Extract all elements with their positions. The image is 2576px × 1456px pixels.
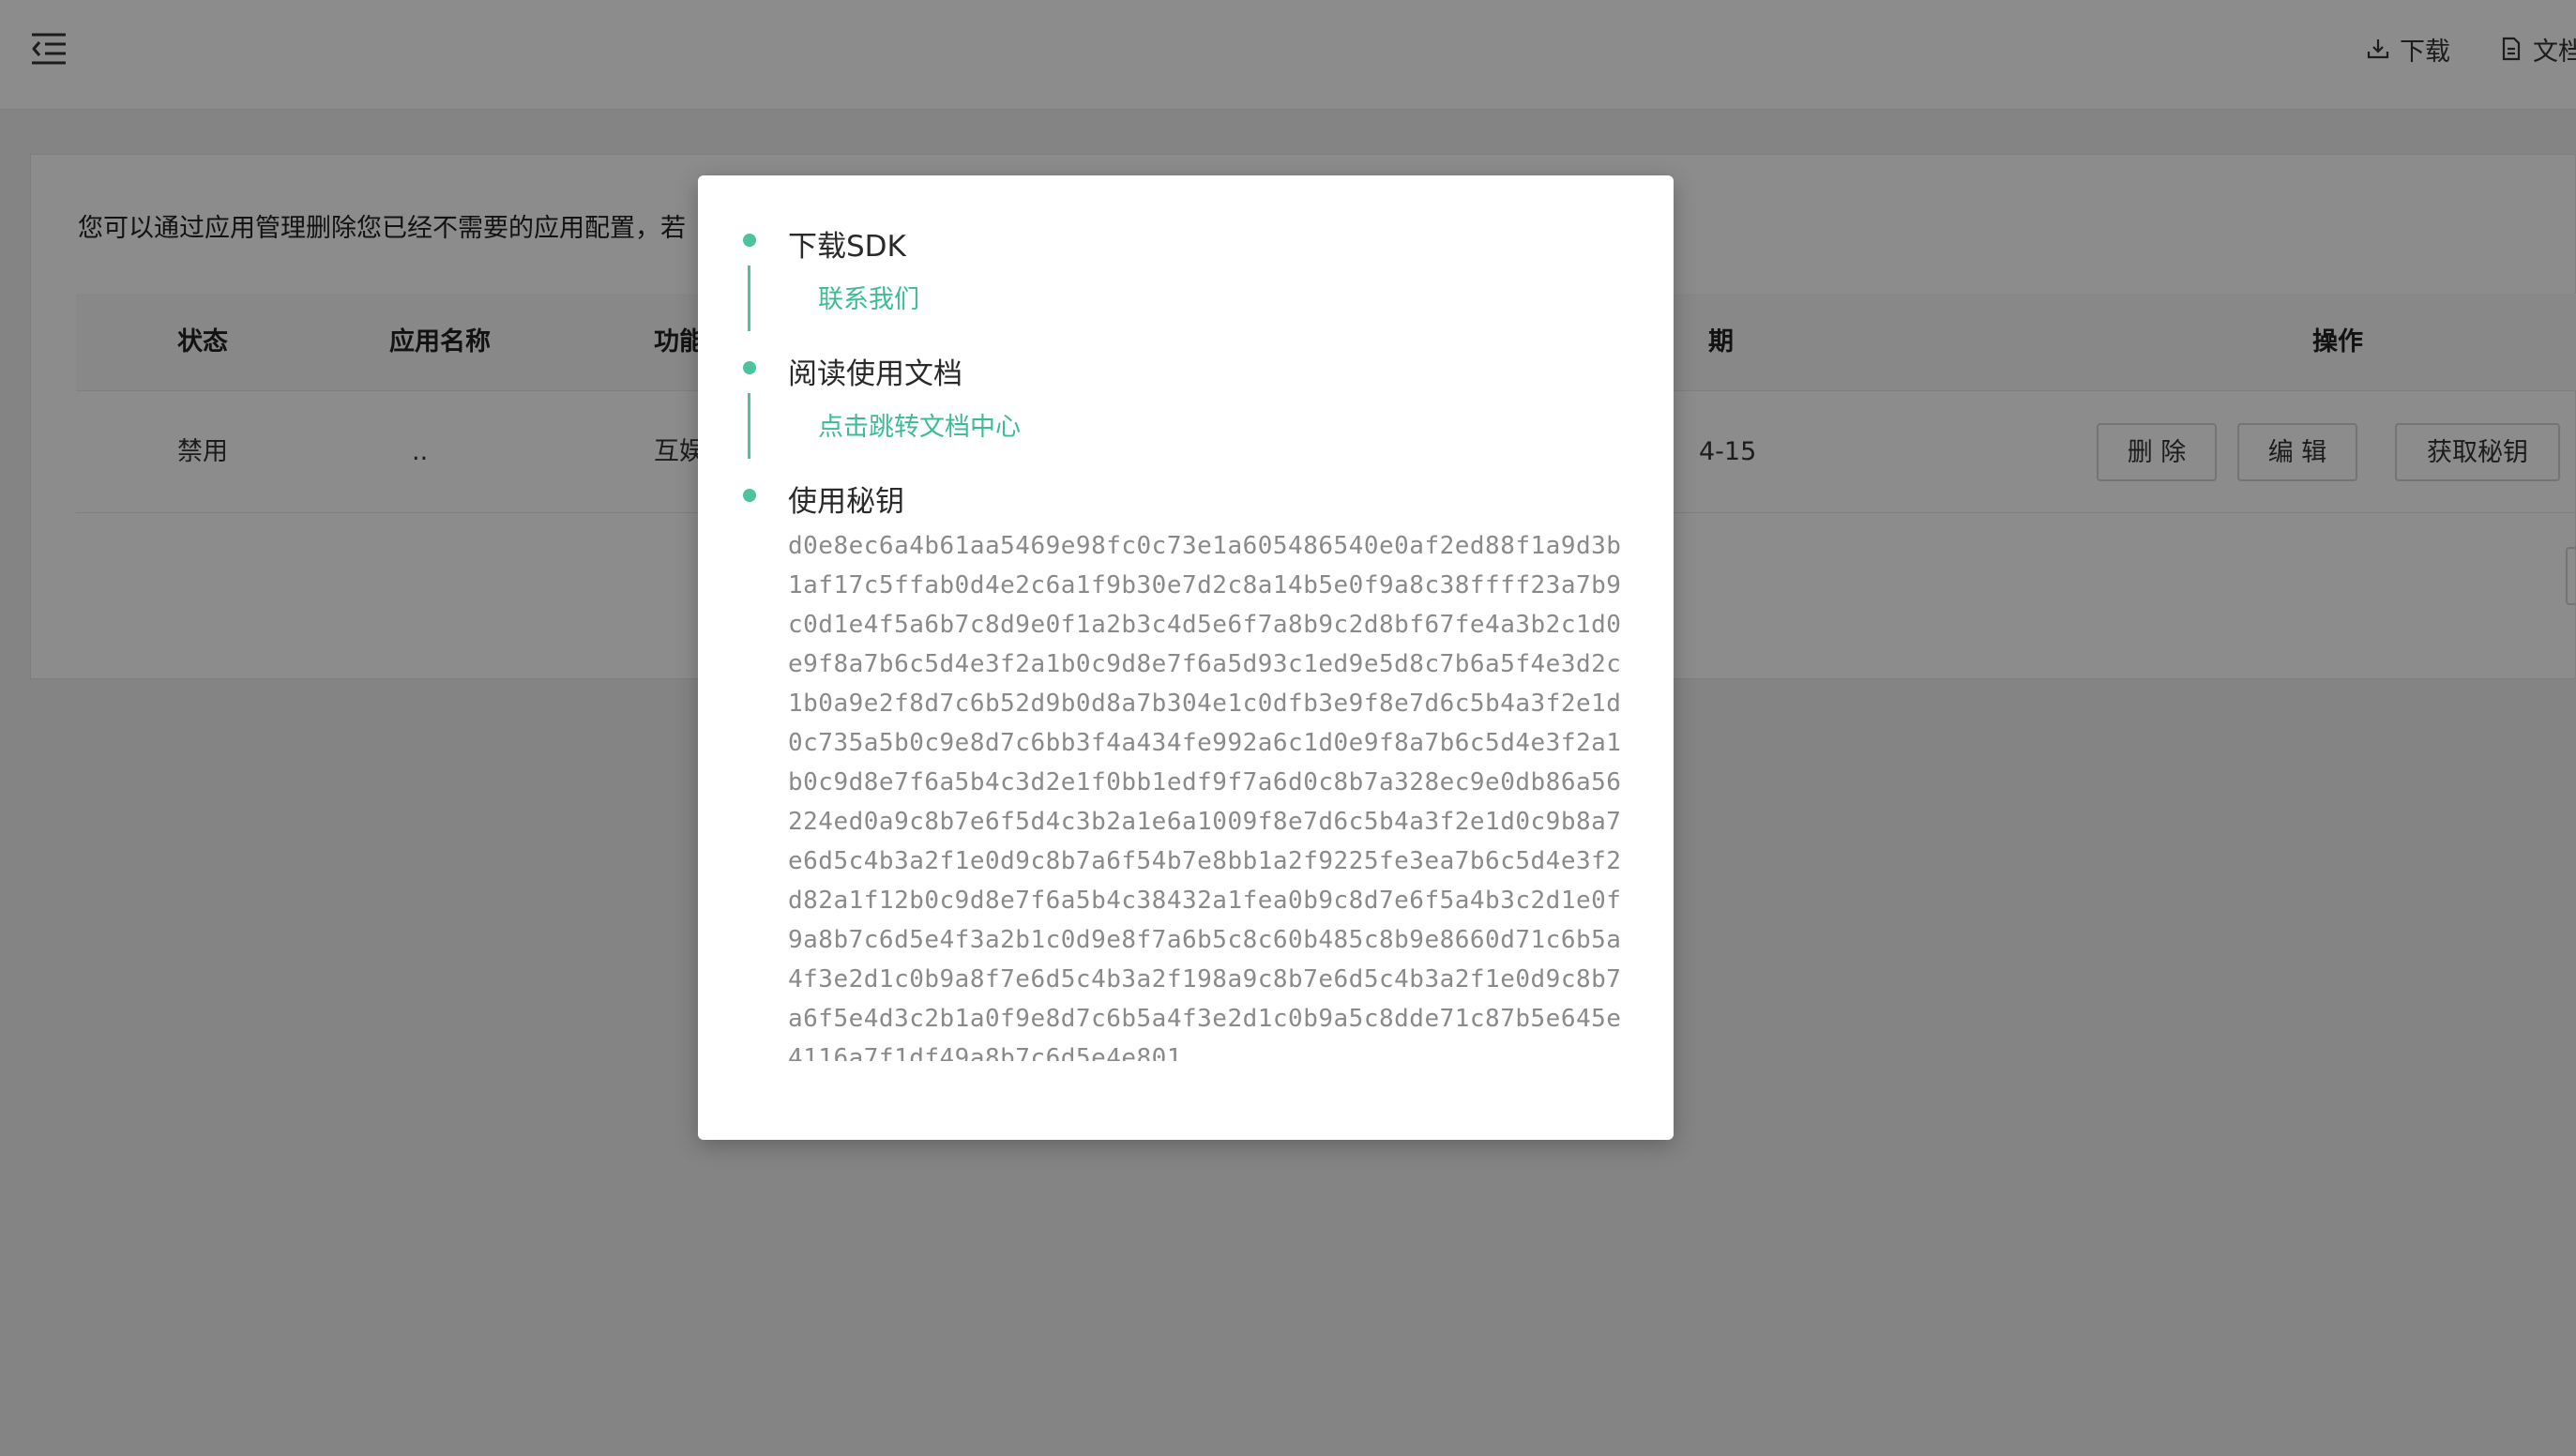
get-key-modal: 下载SDK 联系我们 阅读使用文档 点击跳转文档中心 使用秘钥 d0e8ec6a… (698, 175, 1674, 1140)
docs-center-link[interactable]: 点击跳转文档中心 (818, 406, 1021, 443)
step-dot (743, 489, 756, 502)
step-use-key-title: 使用秘钥 (788, 485, 904, 519)
step-dot (743, 361, 756, 374)
step-dot (743, 234, 756, 247)
step-read-docs-title: 阅读使用文档 (788, 357, 962, 391)
step-download-sdk-title: 下载SDK (788, 230, 906, 264)
step-line (748, 265, 750, 331)
contact-us-link[interactable]: 联系我们 (818, 279, 919, 315)
step-line (748, 393, 750, 459)
secret-key-text: d0e8ec6a4b61aa5469e98fc0c73e1a605486540e… (788, 532, 1622, 1061)
page: 下载 文档 您可以通过应用管理删除您已经不需要的应用配置，若 状态 应用名称 功… (0, 0, 2576, 1456)
